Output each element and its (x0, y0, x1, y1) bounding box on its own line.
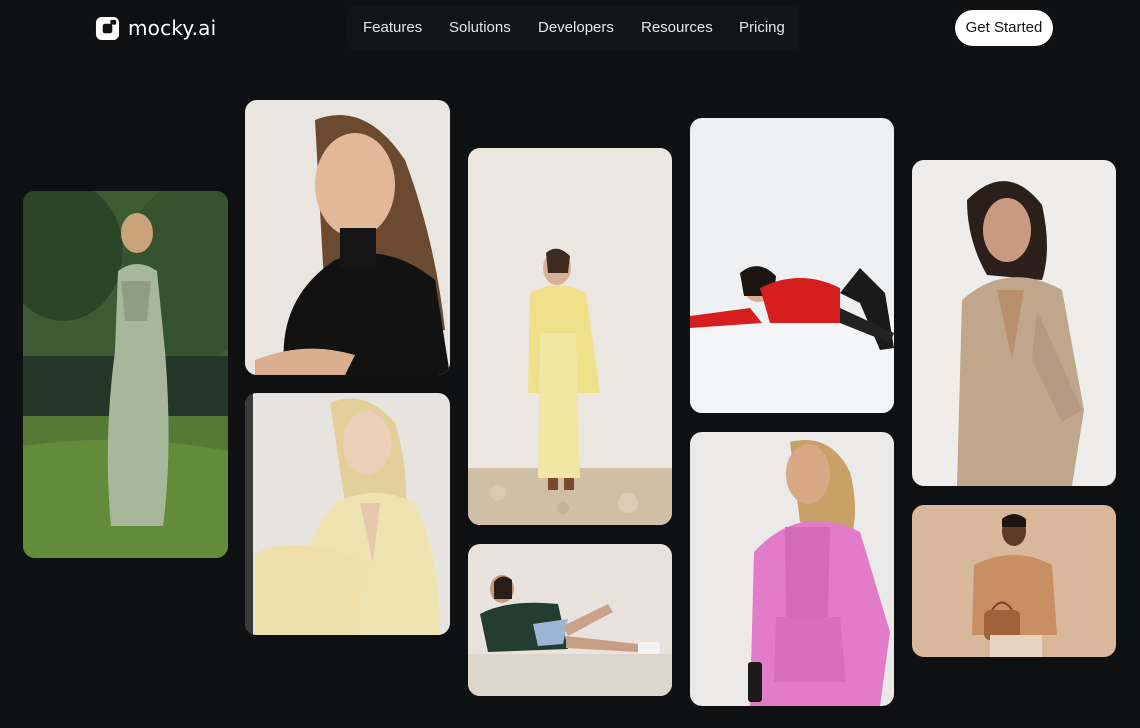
get-started-button[interactable]: Get Started (955, 10, 1053, 46)
gallery-image-pink-blazer (690, 432, 894, 706)
gallery-image-red-sweater (690, 118, 894, 413)
brand-logo[interactable]: mocky.ai (95, 14, 216, 42)
nav-item-solutions[interactable]: Solutions (449, 19, 511, 36)
gallery-image-knit-sweater (912, 505, 1116, 657)
nav-item-developers[interactable]: Developers (538, 19, 614, 36)
gallery-image-green-jacket (468, 544, 672, 696)
nav-item-features[interactable]: Features (363, 19, 422, 36)
mocky-logo-icon (95, 16, 120, 40)
main-navigation: Features Solutions Developers Resources … (347, 6, 799, 50)
nav-item-pricing[interactable]: Pricing (739, 19, 785, 36)
gallery-image-cream-suit (245, 393, 450, 635)
gallery-image-yellow-coat (468, 148, 672, 525)
gallery-image-green-dress (23, 191, 228, 558)
brand-name: mocky.ai (128, 16, 217, 40)
nav-item-resources[interactable]: Resources (641, 19, 713, 36)
landing-page: mocky.ai Features Solutions Developers R… (0, 0, 1140, 728)
gallery-image-taupe-suit (912, 160, 1116, 486)
gallery-image-black-turtleneck (245, 100, 450, 375)
